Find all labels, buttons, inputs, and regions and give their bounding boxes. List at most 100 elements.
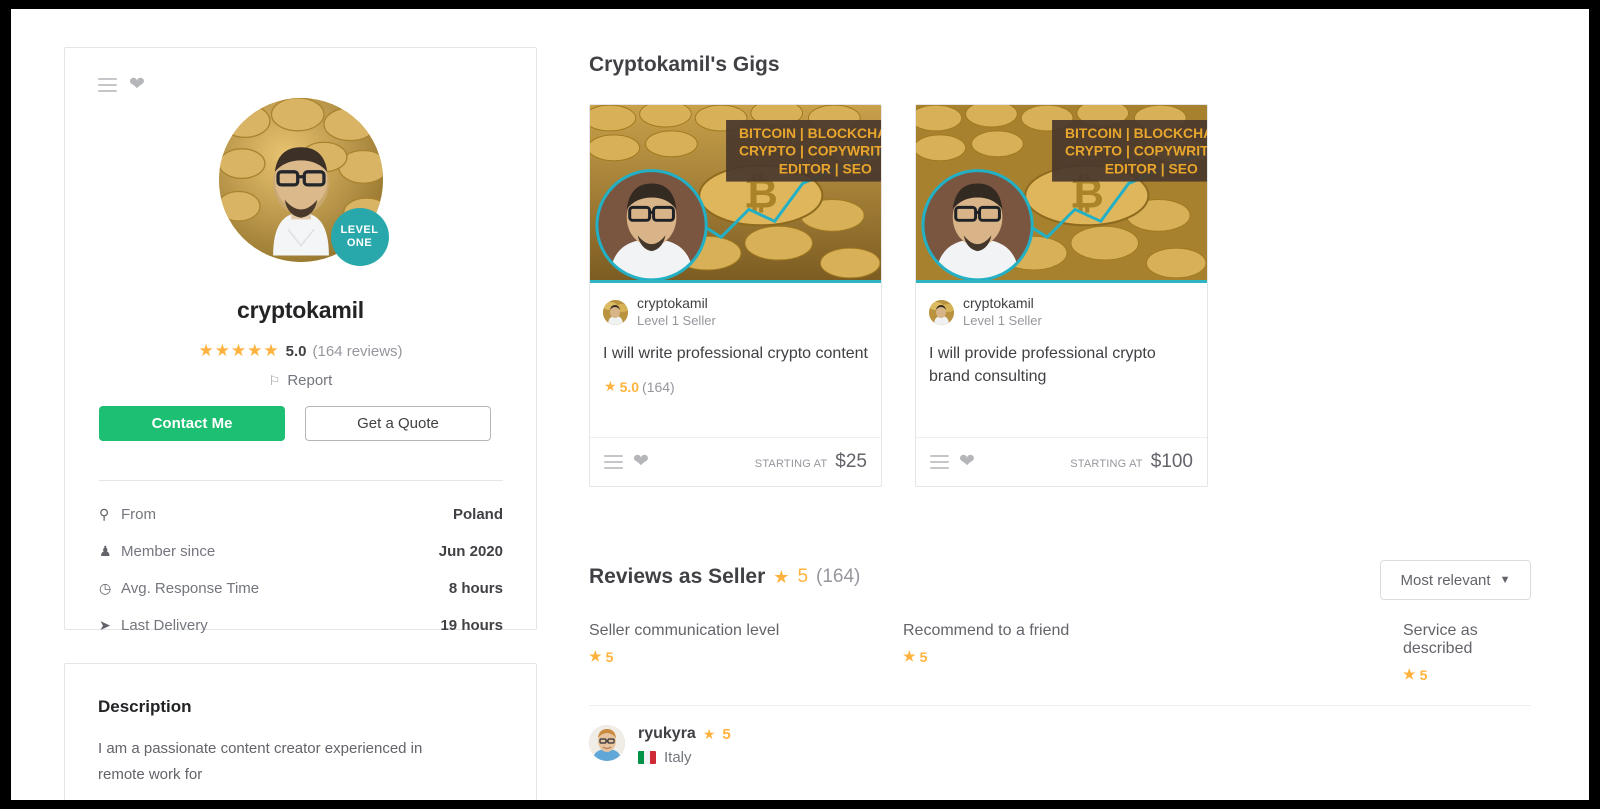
description-card: Description I am a passionate content cr…: [64, 663, 537, 800]
breakdown-recommend-friend: Recommend to a friend ★ 5: [903, 622, 1217, 683]
breakdown-value-wrap: ★ 5: [903, 648, 1217, 665]
sort-value: Most relevant: [1400, 571, 1491, 589]
reviewer-country: Italy: [638, 749, 731, 766]
gig-thumbnail[interactable]: ₿ BITCOIN | BLOCKCH CRYPTO | COPYWRI EDI…: [590, 105, 881, 283]
contact-me-button[interactable]: Contact Me: [99, 406, 285, 441]
breakdown-value-wrap: ★ 5: [589, 648, 903, 665]
report-link[interactable]: ⚐ Report: [65, 372, 536, 389]
divider: [99, 480, 503, 481]
level-badge-line2: ONE: [346, 237, 373, 249]
heart-icon[interactable]: ❤: [129, 75, 145, 94]
gig-title[interactable]: I will provide professional crypto brand…: [916, 329, 1207, 388]
divider: [589, 705, 1531, 706]
gig-seller-avatar: [603, 299, 628, 325]
person-icon: ♟: [99, 543, 112, 559]
gig-seller[interactable]: cryptokamil Level 1 Seller: [916, 283, 1207, 329]
star-icon: ★: [903, 648, 916, 664]
gig-seller-avatar: [929, 299, 954, 325]
seller-stats-list: ⚲ From Poland ♟ Member since Jun 2020 ◷ …: [99, 496, 503, 644]
seller-profile-card: ❤ LEVEL ONE cryptokamil ★★★★★ 5.0 (164 r…: [64, 47, 537, 634]
star-icon: ★: [1403, 666, 1416, 682]
svg-text:EDITOR | SEO: EDITOR | SEO: [1105, 161, 1198, 177]
gig-card[interactable]: ₿ BITCOIN | BLOCKCH CRYPTO | COPYWRI EDI…: [915, 104, 1208, 487]
stat-row-from: ⚲ From Poland: [99, 496, 503, 533]
stat-row-member-since: ♟ Member since Jun 2020: [99, 533, 503, 570]
gig-seller-level: Level 1 Seller: [637, 313, 716, 328]
description-body: I am a passionate content creator experi…: [98, 740, 423, 783]
gig-card[interactable]: ₿ BITCOIN | BLOCKCH CRYPTO | COPYWRI EDI…: [589, 104, 882, 487]
location-pin-icon: ⚲: [99, 506, 110, 522]
svg-text:BITCOIN | BLOCKCHAIN: BITCOIN | BLOCKCHAIN: [1065, 125, 1207, 141]
reviews-count: (164): [816, 566, 861, 587]
star-icon: ★: [702, 725, 716, 742]
gig-seller-level: Level 1 Seller: [963, 313, 1042, 328]
starting-at-label: Starting at: [1070, 458, 1143, 470]
level-badge-line1: LEVEL: [340, 224, 379, 236]
reviewer-country-label: Italy: [664, 749, 692, 766]
stat-value: Poland: [452, 506, 503, 523]
gig-footer: ❤ Starting at $100: [916, 437, 1207, 486]
hamburger-icon[interactable]: [930, 455, 949, 469]
clock-icon: ◷: [99, 580, 112, 596]
star-icon: ★: [604, 378, 617, 394]
get-a-quote-button[interactable]: Get a Quote: [305, 406, 491, 441]
gigs-section-heading: Cryptokamil's Gigs: [589, 53, 780, 76]
star-rating-icon: ★★★★★: [198, 341, 280, 360]
level-badge: LEVEL ONE: [330, 208, 389, 266]
gig-thumbnail[interactable]: ₿ BITCOIN | BLOCKCH CRYPTO | COPYWRI EDI…: [916, 105, 1207, 283]
profile-card-actions: ❤: [98, 75, 145, 94]
breakdown-label: Seller communication level: [589, 622, 780, 639]
review-item: ryukyra ★ 5 Italy: [589, 725, 731, 766]
send-icon: ➤: [99, 617, 111, 633]
gig-footer: ❤ Starting at $25: [590, 437, 881, 486]
svg-text:EDITOR | SEO: EDITOR | SEO: [779, 161, 872, 177]
hamburger-icon[interactable]: [604, 455, 623, 469]
stat-value: 19 hours: [440, 617, 503, 634]
gig-rating-score: 5.0: [619, 378, 640, 395]
stat-value: 8 hours: [448, 580, 503, 597]
breakdown-value: 5: [605, 648, 614, 665]
page-viewport: ❤ LEVEL ONE cryptokamil ★★★★★ 5.0 (164 r…: [11, 9, 1589, 800]
reviews-section-heading: Reviews as Seller ★ 5 (164): [589, 565, 860, 589]
rating-breakdown: Seller communication level ★ 5 Recommend…: [589, 622, 1531, 683]
reviews-sort-dropdown[interactable]: Most relevant ▼: [1380, 560, 1531, 600]
svg-text:CRYPTO | COPYWRITER: CRYPTO | COPYWRITER: [1065, 143, 1207, 159]
breakdown-value-wrap: ★ 5: [1403, 666, 1531, 683]
hamburger-icon[interactable]: [98, 78, 117, 92]
reviews-title: Reviews as Seller: [589, 565, 766, 588]
gig-title[interactable]: I will write professional crypto content: [590, 329, 881, 365]
chevron-down-icon: ▼: [1499, 574, 1511, 586]
stat-row-last-delivery: ➤ Last Delivery 19 hours: [99, 607, 503, 644]
stat-value: Jun 2020: [438, 543, 503, 560]
reviewer-name[interactable]: ryukyra: [638, 725, 696, 743]
gig-seller-name: cryptokamil: [637, 295, 708, 311]
starting-at-label: Starting at: [754, 458, 828, 470]
reviewer-score: 5: [722, 725, 731, 743]
star-icon: ★: [773, 566, 790, 587]
star-icon: ★: [589, 648, 602, 664]
gig-rating: ★ 5.0 (164): [590, 365, 881, 395]
avatar[interactable]: LEVEL ONE: [218, 98, 389, 266]
gig-seller-name: cryptokamil: [963, 295, 1034, 311]
svg-text:CRYPTO | COPYWRITER: CRYPTO | COPYWRITER: [739, 143, 881, 159]
rating-count: (164 reviews): [312, 342, 403, 360]
flag-icon: ⚐: [268, 372, 281, 388]
gig-rating-count: (164): [642, 378, 675, 395]
breakdown-label: Recommend to a friend: [903, 622, 1070, 639]
gig-seller[interactable]: cryptokamil Level 1 Seller: [590, 283, 881, 329]
stat-label: Avg. Response Time: [121, 580, 260, 597]
description-title: Description: [98, 697, 192, 716]
heart-icon[interactable]: ❤: [633, 452, 649, 471]
breakdown-value: 5: [1419, 666, 1428, 683]
breakdown-value: 5: [919, 648, 928, 665]
seller-rating: ★★★★★ 5.0 (164 reviews): [65, 341, 536, 361]
profile-cta-row: Contact Me Get a Quote: [99, 406, 491, 441]
stat-label: From: [121, 506, 156, 523]
stat-label: Last Delivery: [121, 617, 208, 634]
stat-label: Member since: [121, 543, 216, 560]
heart-icon[interactable]: ❤: [959, 452, 975, 471]
svg-text:BITCOIN | BLOCKCHAIN: BITCOIN | BLOCKCHAIN: [739, 125, 881, 141]
reviewer-avatar: [589, 725, 625, 761]
report-label: Report: [287, 372, 333, 389]
breakdown-service-as-described: Service as described ★ 5: [1217, 622, 1531, 683]
